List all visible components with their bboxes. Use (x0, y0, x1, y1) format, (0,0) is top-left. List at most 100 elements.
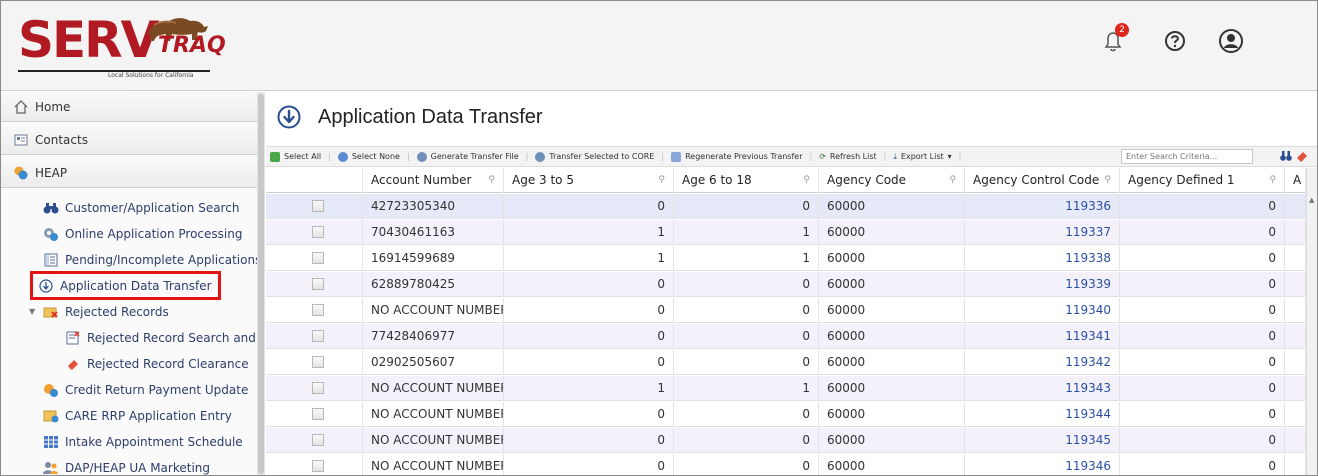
sidebar-item-dap-heap[interactable]: DAP/HEAP UA Marketing (1, 455, 257, 475)
scroll-up-icon[interactable]: ▲ (1309, 196, 1314, 204)
filter-icon[interactable]: ⚲ (488, 168, 495, 193)
cell-column-a (1285, 194, 1306, 219)
row-checkbox[interactable] (312, 330, 324, 342)
row-checkbox[interactable] (312, 382, 324, 394)
row-checkbox[interactable] (312, 460, 324, 472)
nav-contacts[interactable]: Contacts (1, 125, 257, 155)
export-list-button[interactable]: ⤓ Export List ▾ (889, 152, 955, 162)
cell-agency-code: 60000 (819, 272, 965, 297)
transfer-to-core-button[interactable]: Transfer Selected to CORE (531, 151, 658, 162)
app-window: SERV TRAQ Local Solutions for California… (0, 0, 1318, 476)
refresh-list-button[interactable]: ⟳ Refresh List (815, 152, 880, 161)
table-row[interactable]: 62889780425 0 0 60000 119339 0 (266, 272, 1306, 297)
column-header-label: Age 3 to 5 (512, 173, 574, 187)
select-none-button[interactable]: Select None (334, 151, 404, 162)
header-select-cell (266, 168, 363, 193)
sidebar-item-care-rrp[interactable]: CARE RRP Application Entry (1, 403, 257, 428)
minus-circle-icon (337, 151, 348, 162)
column-header-agency-defined-1[interactable]: Agency Defined 1 ⚲ (1120, 168, 1285, 193)
row-checkbox[interactable] (312, 356, 324, 368)
binoculars-icon[interactable] (1280, 150, 1292, 162)
sidebar-scrollbar[interactable] (257, 92, 265, 475)
row-checkbox[interactable] (312, 278, 324, 290)
expand-caret-icon[interactable]: ▼ (29, 307, 35, 316)
sidebar-item-label: Customer/Application Search (65, 200, 240, 215)
filter-icon[interactable]: ⚲ (1269, 168, 1276, 193)
eraser-icon[interactable] (1296, 150, 1308, 162)
table-row[interactable]: NO ACCOUNT NUMBER 0 0 60000 119345 0 (266, 428, 1306, 453)
table-row[interactable]: NO ACCOUNT NUMBER 0 0 60000 119340 0 (266, 298, 1306, 323)
filter-icon[interactable]: ⚲ (949, 168, 956, 193)
column-header-agency-control-code[interactable]: Agency Control Code ⚲ (965, 168, 1120, 193)
servtraq-logo[interactable]: SERV TRAQ Local Solutions for California (16, 9, 226, 87)
column-header-age-6-to-18[interactable]: Age 6 to 18 ⚲ (674, 168, 819, 193)
table-row[interactable]: 02902505607 0 0 60000 119342 0 (266, 350, 1306, 375)
filter-icon[interactable]: ⚲ (1104, 168, 1111, 193)
cell-agency-code: 60000 (819, 220, 965, 245)
table-row[interactable]: 42723305340 0 0 60000 119336 0 (266, 194, 1306, 219)
search-input[interactable] (1121, 149, 1253, 164)
select-none-label: Select None (351, 152, 400, 161)
row-checkbox[interactable] (312, 252, 324, 264)
cell-agency-defined-1: 0 (1120, 402, 1285, 427)
column-header-column-a[interactable]: A (1285, 168, 1306, 193)
row-checkbox[interactable] (312, 408, 324, 420)
transfer-to-core-label: Transfer Selected to CORE (549, 152, 655, 161)
download-circle-icon (277, 105, 301, 129)
sidebar-item-label: Rejected Record Search and E (87, 330, 257, 345)
cell-account-number: 70430461163 (363, 220, 504, 245)
select-all-button[interactable]: Select All (266, 151, 325, 162)
notifications-button[interactable]: 2 (1099, 23, 1129, 55)
sidebar-item-credit-return[interactable]: Credit Return Payment Update (1, 377, 257, 402)
home-icon (13, 99, 29, 115)
table-row[interactable]: 16914599689 1 1 60000 119338 0 (266, 246, 1306, 271)
cell-age-3-to-5: 0 (504, 272, 674, 297)
user-menu-button[interactable] (1217, 27, 1245, 55)
column-header-agency-code[interactable]: Agency Code ⚲ (819, 168, 965, 193)
sidebar-item-customer-search[interactable]: Customer/Application Search (1, 195, 257, 220)
toolbar-separator: | (661, 152, 665, 161)
cell-age-6-to-18: 0 (674, 350, 819, 375)
table-row[interactable]: 77428406977 0 0 60000 119341 0 (266, 324, 1306, 349)
sidebar-item-pending-applications[interactable]: Pending/Incomplete Applications (1, 247, 257, 272)
filter-icon[interactable]: ⚲ (803, 168, 810, 193)
table-row[interactable]: NO ACCOUNT NUMBER 1 1 60000 119343 0 (266, 376, 1306, 401)
cell-column-a (1285, 272, 1306, 297)
select-cell (266, 428, 363, 453)
sidebar-item-online-processing[interactable]: Online Application Processing (1, 221, 257, 246)
export-list-label: Export List (900, 152, 944, 161)
nav-heap[interactable]: HEAP (1, 158, 257, 188)
row-checkbox[interactable] (312, 434, 324, 446)
regenerate-transfer-button[interactable]: Regenerate Previous Transfer (667, 151, 806, 162)
cell-account-number: 62889780425 (363, 272, 504, 297)
cell-agency-control-code: 119341 (965, 324, 1120, 349)
nav-heap-label: HEAP (35, 165, 68, 180)
row-checkbox[interactable] (312, 226, 324, 238)
sidebar-item-rejected-records[interactable]: ▼ Rejected Records (1, 299, 257, 324)
cell-age-6-to-18: 1 (674, 376, 819, 401)
cell-account-number: NO ACCOUNT NUMBER (363, 454, 504, 475)
sidebar-item-application-data-transfer[interactable]: Application Data Transfer (30, 271, 221, 300)
cell-agency-defined-1: 0 (1120, 376, 1285, 401)
column-header-label: Account Number (371, 173, 472, 187)
help-button[interactable] (1161, 27, 1189, 55)
generate-transfer-file-button[interactable]: Generate Transfer File (413, 151, 523, 162)
nav-home[interactable]: Home (1, 92, 257, 122)
table-row[interactable]: NO ACCOUNT NUMBER 0 0 60000 119346 0 (266, 454, 1306, 475)
sidebar-item-rejected-clearance[interactable]: Rejected Record Clearance (1, 351, 257, 376)
cell-age-3-to-5: 1 (504, 220, 674, 245)
table-row[interactable]: 70430461163 1 1 60000 119337 0 (266, 220, 1306, 245)
column-header-account-number[interactable]: Account Number ⚲ (363, 168, 504, 193)
column-header-age-3-to-5[interactable]: Age 3 to 5 ⚲ (504, 168, 674, 193)
row-checkbox[interactable] (312, 304, 324, 316)
cell-column-a (1285, 350, 1306, 375)
grid-scrollbar[interactable]: ▲ (1306, 168, 1317, 475)
generate-transfer-file-label: Generate Transfer File (430, 152, 519, 161)
sidebar-item-rejected-search[interactable]: Rejected Record Search and E (1, 325, 257, 350)
refresh-list-label: Refresh List (829, 152, 877, 161)
row-checkbox[interactable] (312, 200, 324, 212)
sidebar-scroll-thumb[interactable] (258, 94, 264, 474)
sidebar-item-intake-schedule[interactable]: Intake Appointment Schedule (1, 429, 257, 454)
table-row[interactable]: NO ACCOUNT NUMBER 0 0 60000 119344 0 (266, 402, 1306, 427)
filter-icon[interactable]: ⚲ (658, 168, 665, 193)
